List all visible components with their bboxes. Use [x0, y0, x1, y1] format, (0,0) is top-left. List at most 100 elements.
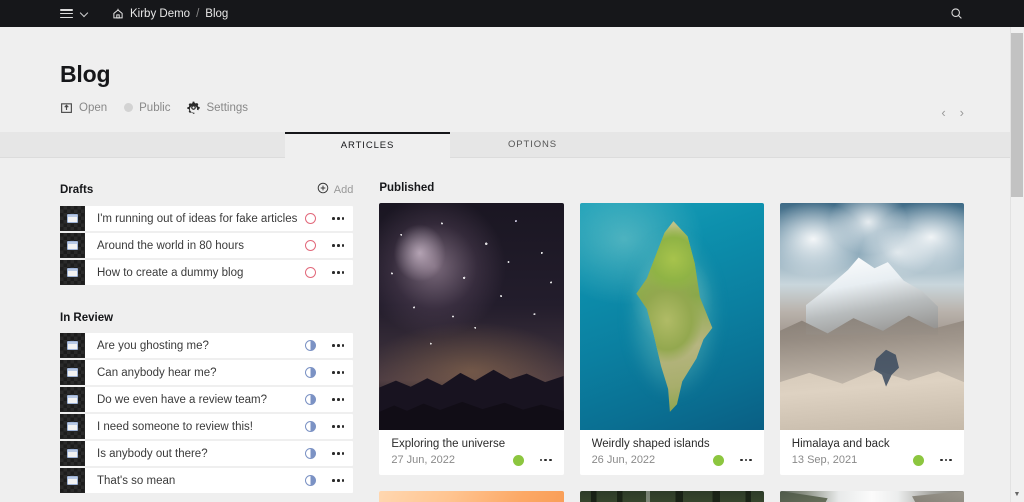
list-item[interactable]: I'm running out of ideas for fake articl… [60, 206, 354, 231]
card-image [579, 491, 764, 502]
list-item[interactable]: Do we even have a review team? [60, 387, 354, 412]
open-button[interactable]: Open [60, 101, 107, 114]
chevron-down-icon[interactable] [81, 9, 90, 18]
status-badge [297, 340, 323, 351]
card-options-button[interactable] [539, 458, 552, 462]
search-icon[interactable] [944, 0, 968, 27]
card-image [579, 203, 764, 430]
card[interactable] [779, 491, 964, 502]
top-bar: Kirby Demo / Blog [0, 0, 1024, 27]
drafts-list: I'm running out of ideas for fake articl… [60, 206, 354, 285]
plus-circle-icon [317, 182, 329, 197]
page-container: Blog Open Public Settings ‹ › ARTICLES O… [0, 27, 1024, 502]
list-item[interactable]: Can anybody hear me? [60, 360, 354, 385]
open-label: Open [79, 101, 108, 114]
forest-artwork [579, 491, 764, 502]
list-item-label: I'm running out of ideas for fake articl… [97, 212, 298, 225]
prev-page-button[interactable]: ‹ [941, 106, 945, 119]
orange-gradient-artwork [379, 491, 564, 502]
settings-button[interactable]: Settings [187, 101, 248, 114]
visibility-status[interactable]: Public [124, 102, 170, 114]
list-item[interactable]: Around the world in 80 hours [60, 233, 354, 258]
drafts-section-header: Drafts Add [60, 182, 353, 197]
tab-options[interactable]: OPTIONS [450, 132, 615, 158]
tab-articles[interactable]: ARTICLES [285, 132, 450, 158]
card-options-button[interactable] [940, 458, 952, 462]
list-item-label: Do we even have a review team? [97, 393, 268, 406]
review-status-icon [304, 421, 316, 432]
add-label: Add [333, 183, 354, 196]
list-item-options-button[interactable] [323, 452, 353, 455]
topbar-left-group [60, 9, 90, 18]
vertical-scrollbar[interactable]: ▲ ▼ [1010, 27, 1024, 502]
card[interactable] [579, 491, 764, 502]
card-date: 27 Jun, 2022 [391, 454, 455, 466]
next-page-button[interactable]: › [960, 106, 964, 119]
card-body: Himalaya and back 13 Sep, 2021 [780, 430, 964, 475]
card-title: Exploring the universe [391, 438, 506, 450]
card[interactable] [379, 491, 564, 502]
scrollbar-thumb[interactable] [1011, 33, 1023, 197]
draft-status-icon [304, 240, 316, 251]
add-draft-button[interactable]: Add [317, 182, 354, 197]
status-badge [297, 394, 323, 405]
page-thumbnail-icon [60, 387, 85, 412]
status-badge [297, 448, 323, 459]
breadcrumb-site[interactable]: Kirby Demo [130, 8, 190, 20]
card[interactable]: Exploring the universe 27 Jun, 2022 [379, 203, 564, 475]
breadcrumb-separator: / [196, 7, 200, 20]
list-item[interactable]: That's so mean [60, 468, 354, 493]
list-item-options-button[interactable] [323, 479, 353, 482]
list-item-options-button[interactable] [323, 244, 353, 247]
list-item[interactable]: How to create a dummy blog [60, 260, 354, 285]
waterfall-artwork [779, 491, 964, 502]
card-actions [913, 454, 952, 466]
card-footer: 26 Jun, 2022 [592, 454, 752, 466]
list-item[interactable]: I need someone to review this! [60, 414, 354, 439]
list-item-label: How to create a dummy blog [97, 266, 244, 279]
main-content: Drafts Add I'm running out of ideas for … [0, 182, 1024, 502]
card-date: 13 Sep, 2021 [791, 454, 858, 466]
list-item-label: Can anybody hear me? [97, 366, 217, 379]
card[interactable]: Weirdly shaped islands 26 Jun, 2022 [579, 203, 764, 475]
list-item-options-button[interactable] [323, 398, 353, 401]
published-status-icon [913, 454, 925, 466]
breadcrumb-current[interactable]: Blog [205, 8, 228, 20]
card-footer: 13 Sep, 2021 [792, 454, 952, 466]
list-item-options-button[interactable] [323, 344, 353, 347]
hamburger-icon[interactable] [60, 9, 73, 18]
left-column: Drafts Add I'm running out of ideas for … [60, 182, 354, 502]
card-options-button[interactable] [740, 458, 752, 462]
list-item[interactable]: Are you ghosting me? [60, 333, 354, 358]
page-content: Blog Open Public Settings ‹ › [0, 27, 1024, 119]
card-title: Himalaya and back [791, 438, 890, 450]
list-item-label: That's so mean [97, 474, 176, 487]
list-item[interactable]: Is anybody out there? [60, 441, 354, 466]
status-badge [297, 213, 323, 224]
card-image [779, 203, 964, 430]
breadcrumb: Kirby Demo / Blog [112, 8, 228, 20]
list-item-label: Is anybody out there? [97, 447, 208, 460]
scroll-up-arrow-icon[interactable]: ▲ [1011, 27, 1023, 30]
list-item-options-button[interactable] [323, 271, 353, 274]
galaxy-artwork [379, 203, 564, 430]
page-thumbnail-icon [60, 441, 85, 466]
page-thumbnail-icon [60, 468, 85, 493]
card-footer: 27 Jun, 2022 [391, 454, 552, 466]
list-item-options-button[interactable] [323, 425, 353, 428]
review-status-icon [304, 394, 316, 405]
home-icon[interactable] [112, 8, 124, 20]
list-item-options-button[interactable] [323, 371, 353, 374]
list-item-options-button[interactable] [323, 217, 353, 220]
status-badge [297, 367, 323, 378]
page-title: Blog [60, 61, 111, 87]
in-review-section-header: In Review [60, 312, 353, 324]
review-status-icon [304, 448, 316, 459]
card[interactable]: Himalaya and back 13 Sep, 2021 [779, 203, 964, 475]
visibility-label: Public [139, 101, 171, 114]
card-image [379, 491, 564, 502]
tab-bar: ARTICLES OPTIONS [0, 132, 1024, 158]
right-column: Published Exploring the universe 27 Jun,… [379, 182, 964, 502]
scroll-down-arrow-icon[interactable]: ▼ [1011, 488, 1023, 500]
